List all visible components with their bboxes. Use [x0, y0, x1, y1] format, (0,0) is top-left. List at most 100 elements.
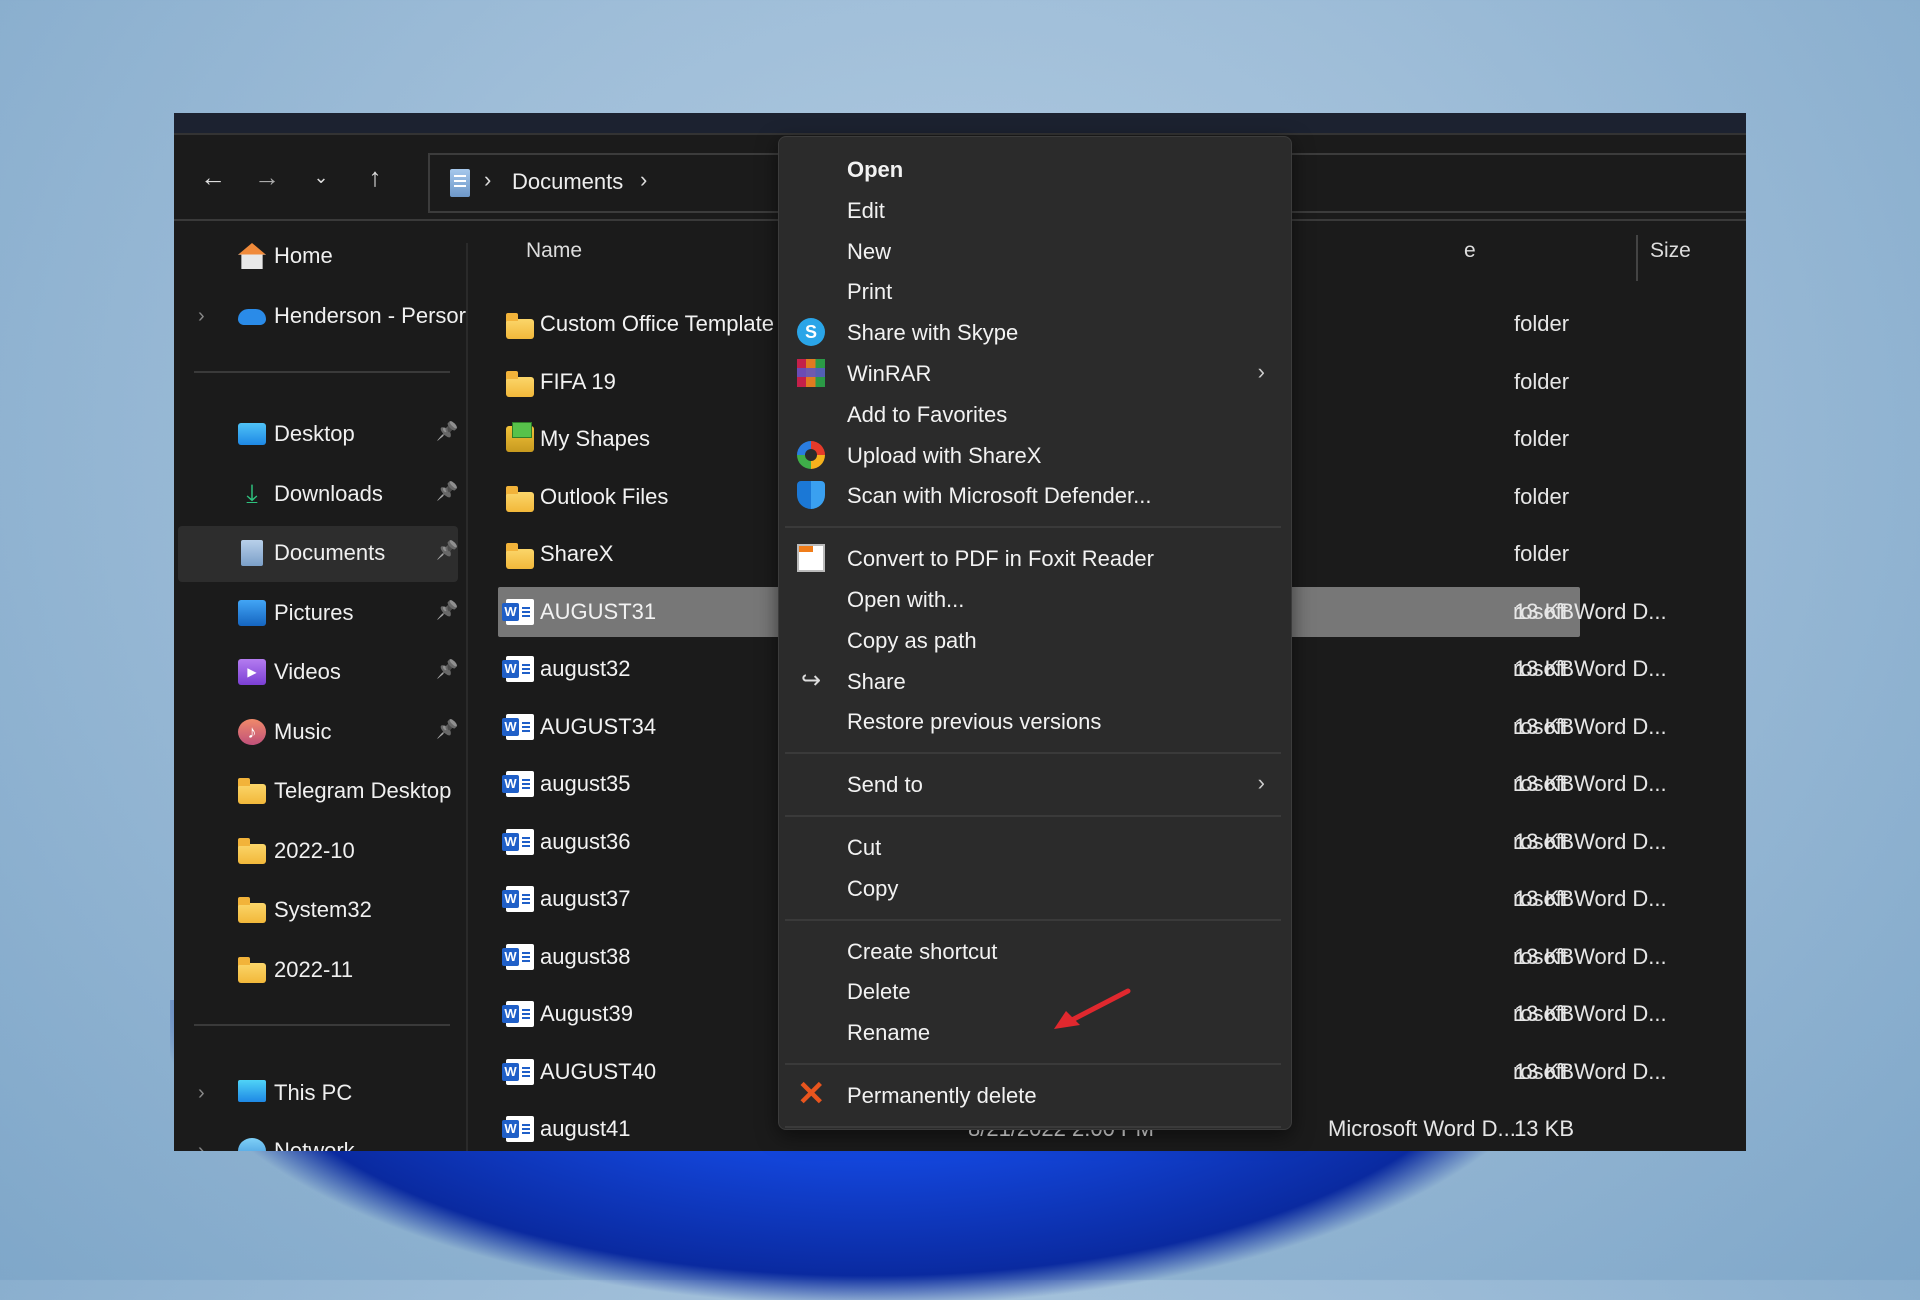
- menu-item-copy[interactable]: Copy: [785, 868, 1285, 908]
- title-bar: [174, 113, 1746, 135]
- file-name: Outlook Files: [540, 483, 669, 509]
- sidebar-item-label: Home: [274, 243, 333, 268]
- menu-item-send-to[interactable]: Send to ›: [785, 764, 1285, 804]
- sharex-icon: [797, 440, 825, 469]
- file-name: FIFA 19: [540, 368, 616, 394]
- file-type: folder: [1514, 311, 1570, 336]
- pin-icon[interactable]: 📌: [436, 421, 458, 442]
- chevron-right-icon[interactable]: ›: [198, 1140, 205, 1151]
- back-arrow-icon[interactable]: ←: [196, 160, 230, 194]
- menu-item-label: Convert to PDF in Foxit Reader: [847, 546, 1154, 572]
- file-size: 13 KB: [1514, 598, 1574, 624]
- sidebar-item-pictures[interactable]: Pictures 📌: [178, 586, 458, 642]
- menu-item-permanently-delete[interactable]: ✕ Permanently delete: [785, 1075, 1285, 1115]
- context-menu: Open Edit New Print S Share with Skype WinRAR ›…: [778, 136, 1292, 1130]
- sidebar-item-home[interactable]: Home: [178, 229, 458, 285]
- download-icon: ⤓: [246, 477, 258, 508]
- sidebar-item-label: System32: [274, 897, 372, 922]
- chevron-right-icon[interactable]: ›: [198, 305, 205, 328]
- sidebar-item-network[interactable]: › Network: [178, 1124, 458, 1151]
- up-arrow-icon[interactable]: ↑: [358, 160, 392, 194]
- close-x-icon: ✕: [797, 1075, 826, 1113]
- menu-item-add-to-favorites[interactable]: Add to Favorites: [785, 394, 1285, 434]
- menu-item-winrar[interactable]: WinRAR ›: [785, 353, 1285, 393]
- menu-item-open-with[interactable]: Open with...: [785, 579, 1285, 619]
- menu-item-convert-to-pdf-in-foxit-reader[interactable]: Convert to PDF in Foxit Reader: [785, 538, 1285, 578]
- menu-item-share[interactable]: ↪ Share: [785, 661, 1285, 701]
- sidebar-item-henderson-persor[interactable]: › Henderson - Persor: [178, 289, 466, 345]
- menu-item-delete[interactable]: Delete: [785, 971, 1285, 1011]
- column-divider[interactable]: [1636, 235, 1638, 281]
- sidebar-item-2022-11[interactable]: 2022-11: [178, 943, 458, 999]
- file-size: 13 KB: [1514, 886, 1574, 911]
- word-document-icon: [502, 1058, 534, 1085]
- forward-arrow-icon[interactable]: →: [250, 160, 284, 194]
- onedrive-cloud-icon: [238, 309, 266, 325]
- column-header-name[interactable]: Name: [526, 239, 582, 263]
- pin-icon[interactable]: 📌: [436, 481, 458, 502]
- pin-icon[interactable]: 📌: [436, 719, 458, 740]
- sidebar-item-label: This PC: [274, 1080, 353, 1105]
- sidebar-separator: [194, 371, 450, 373]
- word-document-icon: [502, 828, 534, 855]
- pin-icon[interactable]: 📌: [436, 659, 458, 680]
- breadcrumb-chevron-icon[interactable]: ›: [484, 167, 491, 193]
- sidebar-item-label: Henderson - Persor: [274, 303, 466, 328]
- menu-item-scan-with-microsoft-defender[interactable]: Scan with Microsoft Defender...: [785, 475, 1285, 515]
- file-size: 13 KB: [1514, 656, 1574, 681]
- file-name: august41: [540, 1116, 631, 1141]
- pane-divider[interactable]: [466, 243, 468, 1151]
- menu-item-share-with-skype[interactable]: S Share with Skype: [785, 312, 1285, 352]
- chevron-right-icon: ›: [1257, 359, 1265, 384]
- shapes-folder-icon: [506, 422, 534, 452]
- folder-icon: [238, 778, 266, 804]
- winrar-icon: [797, 359, 825, 387]
- column-header-type[interactable]: e: [1464, 239, 1476, 263]
- menu-item-label: Share with Skype: [847, 320, 1019, 346]
- sidebar-item-music[interactable]: ♪ Music 📌: [178, 705, 458, 761]
- chevron-right-icon[interactable]: ›: [198, 1082, 205, 1105]
- menu-item-label: Copy as path: [847, 627, 977, 653]
- word-document-icon: [502, 598, 534, 625]
- menu-item-restore-previous-versions[interactable]: Restore previous versions: [785, 701, 1285, 741]
- file-name: AUGUST34: [540, 713, 657, 739]
- menu-separator: [785, 815, 1281, 817]
- menu-item-new[interactable]: New: [785, 231, 1285, 271]
- menu-item-label: Create shortcut: [847, 938, 998, 964]
- sidebar-item-this-pc[interactable]: › This PC: [178, 1066, 458, 1122]
- file-type: Microsoft Word D...: [1328, 1116, 1516, 1141]
- file-size: 13 KB: [1514, 713, 1574, 739]
- sidebar-item-2022-10[interactable]: 2022-10: [178, 824, 458, 880]
- sidebar-item-videos[interactable]: ▶ Videos 📌: [178, 645, 458, 701]
- menu-item-rename[interactable]: Rename: [785, 1012, 1285, 1052]
- sidebar-item-desktop[interactable]: Desktop 📌: [178, 407, 458, 463]
- menu-item-upload-with-sharex[interactable]: Upload with ShareX: [785, 435, 1285, 475]
- menu-item-label: Send to: [847, 772, 923, 798]
- desktop-icon: [238, 423, 266, 445]
- file-size: 13 KB: [1514, 771, 1574, 796]
- menu-item-edit[interactable]: Edit: [785, 190, 1285, 230]
- column-header-size[interactable]: Size: [1650, 239, 1691, 263]
- menu-separator: [785, 1063, 1281, 1065]
- menu-item-copy-as-path[interactable]: Copy as path: [785, 620, 1285, 660]
- menu-separator: [785, 1125, 1281, 1128]
- file-name: august37: [540, 886, 631, 911]
- menu-separator: [785, 526, 1281, 529]
- sidebar-item-documents[interactable]: Documents 📌: [178, 526, 458, 582]
- breadcrumb-documents[interactable]: Documents: [512, 169, 623, 195]
- chevron-down-icon[interactable]: ⌄: [304, 160, 338, 194]
- folder-icon: [506, 313, 534, 339]
- sidebar-item-downloads[interactable]: ⤓ Downloads 📌: [178, 467, 458, 523]
- pin-icon[interactable]: 📌: [436, 600, 458, 621]
- pin-icon[interactable]: 📌: [436, 540, 458, 561]
- breadcrumb-chevron-icon[interactable]: ›: [640, 167, 647, 193]
- menu-item-cut[interactable]: Cut: [785, 827, 1285, 867]
- file-name: august35: [540, 771, 631, 796]
- menu-item-create-shortcut[interactable]: Create shortcut: [785, 931, 1285, 971]
- sidebar-item-label: Music: [274, 718, 332, 744]
- menu-item-print[interactable]: Print: [785, 271, 1285, 311]
- folder-icon: [506, 485, 534, 512]
- sidebar-item-system32[interactable]: System32: [178, 883, 458, 939]
- menu-item-open[interactable]: Open: [785, 149, 1285, 189]
- sidebar-item-telegram-desktop[interactable]: Telegram Desktop: [178, 764, 458, 820]
